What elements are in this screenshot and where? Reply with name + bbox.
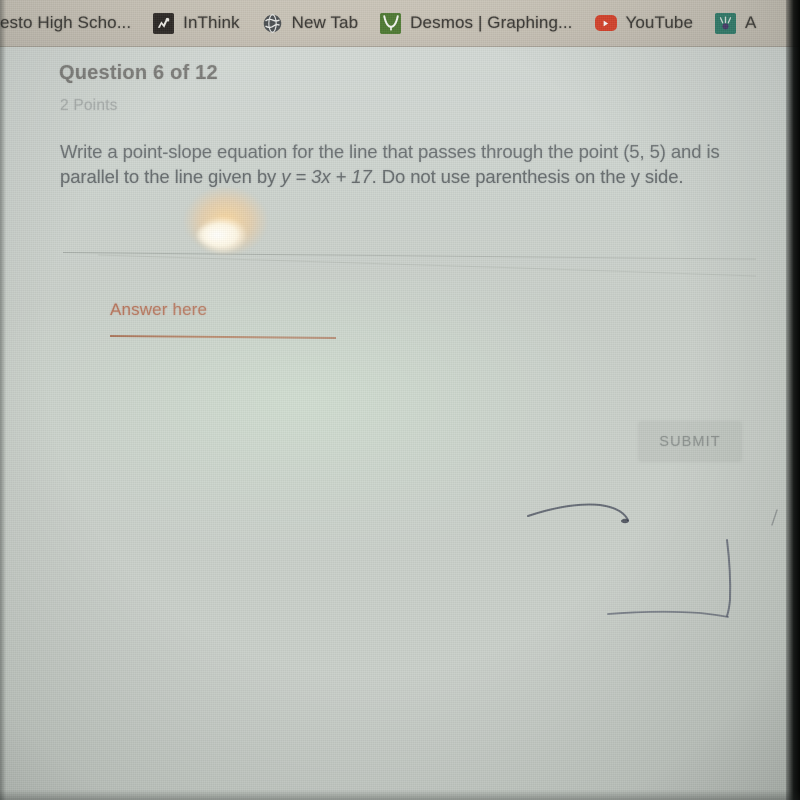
- points-label: 2 Points: [60, 97, 118, 114]
- bookmarks-bar: esto High Scho... InThink New Tab Desmos…: [0, 0, 800, 47]
- bookmark-label: InThink: [183, 13, 240, 32]
- section-divider: [62, 252, 756, 260]
- bookmark-item-new-tab[interactable]: New Tab: [251, 10, 370, 37]
- page-title: Question 6 of 12: [59, 62, 218, 84]
- bookmark-item-youtube[interactable]: YouTube: [584, 10, 705, 36]
- quiz-page: Question 6 of 12 2 Points Write a point-…: [0, 47, 800, 800]
- desmos-icon: [380, 12, 402, 34]
- answer-input-underline: [109, 335, 337, 339]
- bookmark-item-inthink[interactable]: InThink: [142, 10, 250, 37]
- submit-button[interactable]: SUBMIT: [639, 422, 741, 461]
- photographed-screen: esto High Scho... InThink New Tab Desmos…: [0, 0, 800, 800]
- bookmark-item-app[interactable]: A: [704, 10, 767, 37]
- bookmark-label: Desmos | Graphing...: [410, 13, 573, 32]
- question-text-part-2: . Do not use parenthesis on the y side.: [371, 166, 684, 187]
- bookmark-label: New Tab: [291, 13, 359, 32]
- bookmark-item-esto-high-school[interactable]: esto High Scho...: [0, 10, 142, 36]
- globe-icon: [262, 13, 283, 34]
- question-text: Write a point-slope equation for the lin…: [60, 139, 760, 189]
- answer-input-placeholder[interactable]: Answer here: [110, 300, 338, 320]
- bookmark-label: YouTube: [625, 13, 694, 32]
- inthink-icon: [153, 12, 175, 34]
- youtube-icon: [594, 15, 617, 31]
- bookmark-label: esto High Scho...: [0, 13, 132, 32]
- bookmark-label: A: [745, 13, 757, 32]
- question-equation: y = 3x + 17: [281, 166, 372, 187]
- bookmark-item-desmos[interactable]: Desmos | Graphing...: [369, 10, 583, 37]
- answer-field[interactable]: Answer here: [109, 300, 338, 339]
- app-icon: [715, 12, 737, 34]
